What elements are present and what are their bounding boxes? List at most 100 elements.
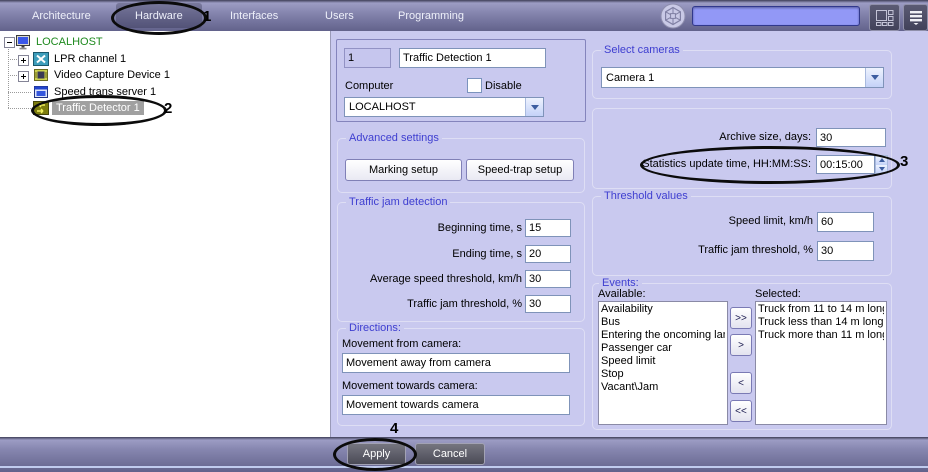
move-all-left-button[interactable]: << bbox=[730, 400, 752, 422]
window-bottom-edge bbox=[0, 466, 928, 468]
advanced-settings-group: Advanced settings Marking setup Speed-tr… bbox=[337, 138, 585, 193]
camera-select-value: Camera 1 bbox=[602, 72, 865, 84]
avg-speed-threshold-label: Average speed threshold, km/h bbox=[342, 273, 522, 285]
archive-size-field[interactable] bbox=[816, 128, 886, 147]
menu-item-architecture[interactable]: Architecture bbox=[32, 0, 91, 31]
movement-towards-camera-label: Movement towards camera: bbox=[342, 380, 478, 392]
available-label: Available: bbox=[598, 288, 646, 300]
tree-item-lpr-channel[interactable]: LPR channel 1 bbox=[33, 51, 126, 67]
ending-time-label: Ending time, s bbox=[342, 248, 522, 260]
dropdown-arrow-icon[interactable] bbox=[865, 68, 883, 87]
tree-connector bbox=[8, 108, 31, 109]
disable-label: Disable bbox=[485, 80, 522, 92]
computer-label: Computer bbox=[345, 80, 393, 92]
group-title: Advanced settings bbox=[346, 132, 442, 144]
avg-speed-threshold-field[interactable] bbox=[525, 270, 571, 288]
app-logo-icon[interactable] bbox=[660, 3, 686, 29]
tree-item-label: LPR channel 1 bbox=[54, 53, 126, 65]
list-item[interactable]: Truck from 11 to 14 m long bbox=[758, 303, 884, 316]
list-item[interactable]: Truck less than 14 m long bbox=[758, 316, 884, 329]
tree-item-localhost[interactable]: LOCALHOST bbox=[15, 34, 103, 50]
annotation-number-1: 1 bbox=[203, 8, 211, 25]
tree-item-label: LOCALHOST bbox=[36, 36, 103, 48]
object-id-field[interactable] bbox=[344, 48, 391, 68]
ending-time-field[interactable] bbox=[525, 245, 571, 263]
dropdown-arrow-icon[interactable] bbox=[525, 98, 543, 116]
annotation-ellipse-2 bbox=[31, 95, 167, 126]
annotation-number-4: 4 bbox=[390, 420, 398, 437]
list-item[interactable]: Speed limit bbox=[601, 355, 725, 368]
tree-item-label: Video Capture Device 1 bbox=[54, 69, 170, 81]
hamburger-menu-icon bbox=[909, 10, 923, 25]
tree-connector bbox=[8, 75, 17, 76]
list-item[interactable]: Vacant\Jam bbox=[601, 381, 725, 394]
group-title: Select cameras bbox=[601, 44, 683, 56]
main-menu-button[interactable] bbox=[903, 4, 928, 31]
jam-threshold-field[interactable] bbox=[525, 295, 571, 313]
movement-from-camera-label: Movement from camera: bbox=[342, 338, 461, 350]
archive-size-label: Archive size, days: bbox=[601, 131, 811, 143]
annotation-ellipse-4 bbox=[333, 438, 417, 471]
threshold-values-group: Threshold values Speed limit, km/h Traff… bbox=[592, 196, 892, 276]
events-group: Events: Available: Availability Bus Ente… bbox=[592, 283, 892, 430]
object-name-field[interactable] bbox=[399, 48, 546, 68]
annotation-number-2: 2 bbox=[164, 100, 172, 117]
movement-from-camera-field[interactable] bbox=[342, 353, 570, 373]
quick-search-input[interactable] bbox=[692, 6, 860, 26]
traffic-jam-threshold-label: Traffic jam threshold, % bbox=[601, 244, 813, 256]
traffic-jam-detection-group: Traffic jam detection Beginning time, s … bbox=[337, 202, 585, 322]
speed-limit-field[interactable] bbox=[817, 212, 874, 232]
cancel-button[interactable]: Cancel bbox=[415, 443, 485, 465]
annotation-number-3: 3 bbox=[900, 153, 908, 170]
list-item[interactable]: Stop bbox=[601, 368, 725, 381]
tree-connector bbox=[8, 59, 17, 60]
list-item[interactable]: Entering the oncoming lane bbox=[601, 329, 725, 342]
movement-towards-camera-field[interactable] bbox=[342, 395, 570, 415]
move-all-right-button[interactable]: >> bbox=[730, 307, 752, 329]
computer-select[interactable]: LOCALHOST bbox=[344, 97, 544, 117]
group-title: Traffic jam detection bbox=[346, 196, 450, 208]
jam-threshold-label: Traffic jam threshold, % bbox=[342, 298, 522, 310]
group-title: Directions: bbox=[346, 322, 404, 334]
speed-limit-label: Speed limit, km/h bbox=[601, 215, 813, 227]
expander-collapse-icon[interactable] bbox=[4, 37, 15, 48]
list-item[interactable]: Passenger car bbox=[601, 342, 725, 355]
menu-item-interfaces[interactable]: Interfaces bbox=[230, 0, 278, 31]
group-title: Threshold values bbox=[601, 190, 691, 202]
traffic-jam-threshold-field[interactable] bbox=[817, 241, 874, 261]
expander-expand-icon[interactable] bbox=[18, 71, 29, 82]
list-item[interactable]: Truck more than 11 m long bbox=[758, 329, 884, 342]
annotation-ellipse-3 bbox=[640, 146, 900, 184]
menu-label: Programming bbox=[398, 10, 464, 22]
menu-item-users[interactable]: Users bbox=[325, 0, 354, 31]
menu-item-programming[interactable]: Programming bbox=[398, 0, 464, 31]
available-events-list[interactable]: Availability Bus Entering the oncoming l… bbox=[598, 301, 728, 425]
speed-trap-setup-button[interactable]: Speed-trap setup bbox=[466, 159, 574, 181]
screens-grid-icon bbox=[876, 10, 894, 26]
beginning-time-label: Beginning time, s bbox=[342, 222, 522, 234]
expander-expand-icon[interactable] bbox=[18, 55, 29, 66]
tree-item-video-capture-device[interactable]: Video Capture Device 1 bbox=[33, 67, 170, 83]
identity-box: Computer Disable LOCALHOST bbox=[336, 39, 586, 122]
menu-label: Architecture bbox=[32, 10, 91, 22]
beginning-time-field[interactable] bbox=[525, 219, 571, 237]
move-right-button[interactable]: > bbox=[730, 334, 752, 356]
list-item[interactable]: Bus bbox=[601, 316, 725, 329]
hardware-tree-panel: LOCALHOST LPR channel 1 Video C bbox=[0, 31, 331, 437]
move-left-button[interactable]: < bbox=[730, 372, 752, 394]
disable-checkbox[interactable] bbox=[467, 78, 482, 93]
selected-events-list[interactable]: Truck from 11 to 14 m long Truck less th… bbox=[755, 301, 887, 425]
marking-setup-button[interactable]: Marking setup bbox=[345, 159, 462, 181]
application-window: Architecture Hardware Interfaces Users P… bbox=[0, 0, 928, 472]
tree-connector bbox=[8, 47, 9, 108]
camera-select[interactable]: Camera 1 bbox=[601, 67, 884, 88]
annotation-ellipse-1 bbox=[111, 1, 207, 35]
footer-bar: Apply Cancel bbox=[0, 437, 928, 472]
computer-icon bbox=[15, 35, 32, 50]
chip-icon bbox=[33, 68, 49, 82]
tree-connector bbox=[8, 92, 31, 93]
list-item[interactable]: Availability bbox=[601, 303, 725, 316]
directions-group: Directions: Movement from camera: Moveme… bbox=[337, 328, 585, 426]
screens-layout-button[interactable] bbox=[869, 4, 900, 31]
selected-label: Selected: bbox=[755, 288, 801, 300]
